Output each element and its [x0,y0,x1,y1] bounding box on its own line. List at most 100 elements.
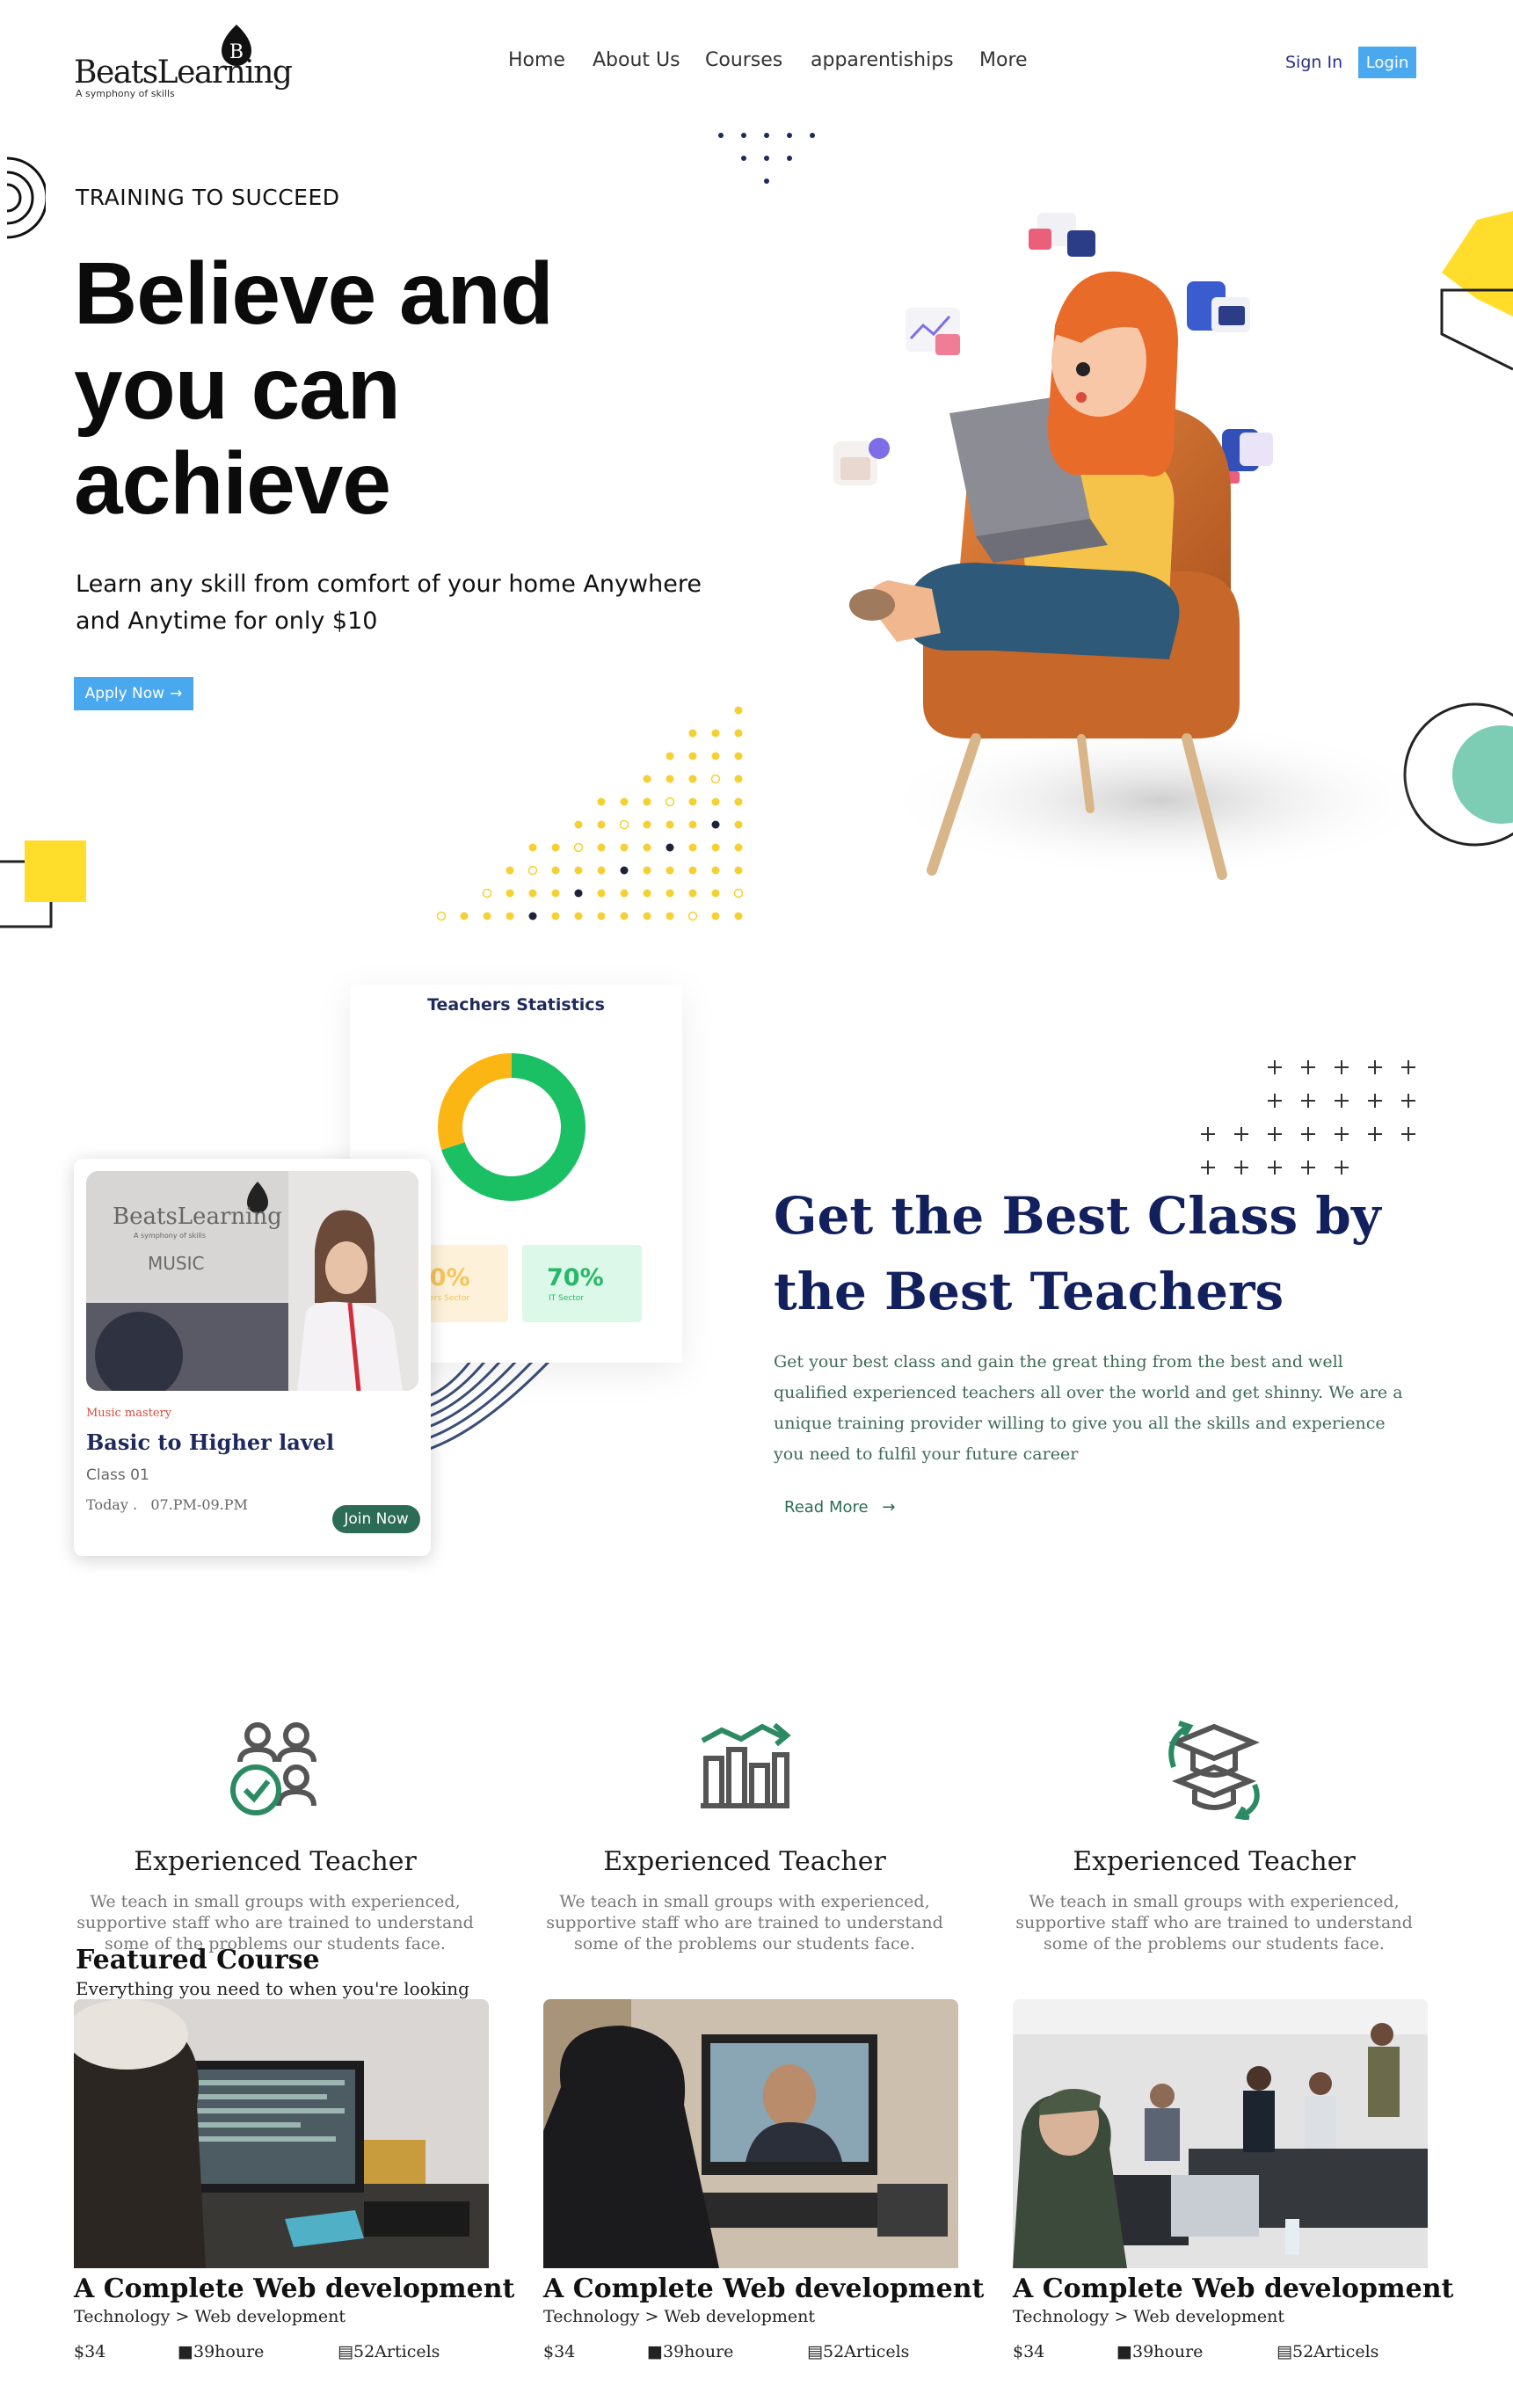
read-more-link[interactable]: Read More → [784,1498,895,1517]
article-icon: ▤ [338,2342,353,2361]
nav-more[interactable]: More [979,49,1028,71]
featured-course-subheading: Everything you need to when you're looki… [76,1978,469,1999]
apply-now-button[interactable]: Apply Now → [74,677,193,710]
feature-item: Experienced Teacher We teach in small gr… [1007,1714,1421,1954]
course-class: Class 01 [86,1466,149,1484]
hero-subtitle: Learn any skill from comfort of your hom… [76,571,702,635]
halftone-dot [711,797,720,806]
stats-donut-chart [438,1053,586,1201]
halftone-dot [734,729,743,738]
stat-label: IT Sector [549,1294,584,1303]
sign-in-link[interactable]: Sign In [1285,53,1342,72]
halftone-dot [643,820,651,829]
halftone-dot [688,752,697,760]
course-image [1013,1999,1428,2268]
halftone-dot [643,775,651,783]
course-preview-card[interactable]: BeatsLearning A symphony of skills MUSIC… [74,1159,431,1556]
plus-grid-decoration [1201,1060,1415,1175]
halftone-dot [734,775,743,783]
halftone-dot [620,889,629,898]
apply-now-label: Apply Now [84,685,165,702]
halftone-dot [597,797,606,806]
halftone-dot [597,866,606,875]
course-articles: 52Articels [1292,2342,1379,2361]
halftone-dot [666,820,674,829]
login-button[interactable]: Login [1358,47,1416,78]
halftone-dot [506,866,514,875]
course-hours: 39houre [193,2342,265,2361]
halftone-dot [711,729,720,738]
feature-text: We teach in small groups with experience… [546,1892,943,1953]
graduation-cap-icon [1168,1721,1260,1821]
course-title: A Complete Web development [74,2273,515,2304]
stat-value: 70% [547,1264,604,1291]
halftone-dot [620,866,629,875]
feature-title: Experienced Teacher [134,1846,417,1877]
square-decoration [0,840,86,928]
halftone-dot [597,912,606,920]
halftone-dot [574,820,583,829]
nav-apprenticeships[interactable]: apparentiships [811,49,954,71]
halftone-dot [506,889,514,898]
nav-home[interactable]: Home [508,49,565,71]
course-category: Music mastery [86,1407,172,1420]
video-icon: ■ [1117,2342,1132,2361]
plus-mark [1335,1160,1349,1175]
svg-text:MUSIC: MUSIC [148,1253,204,1274]
halftone-dot [666,843,674,852]
feature-item: Experienced Teacher We teach in small gr… [69,1714,482,1954]
plus-mark [1335,1060,1349,1074]
course-category: Technology > Web development [1013,2307,1285,2326]
nav-about-us[interactable]: About Us [593,49,680,71]
halftone-dot [734,820,743,829]
halftone-dot [597,820,606,829]
course-time: Today . 07.PM-09.PM [86,1496,248,1513]
plus-mark [1335,1127,1349,1141]
course-price: $34 [74,2342,106,2361]
halftone-dot [734,706,743,715]
plus-mark [1401,1094,1415,1108]
plus-mark [1201,1160,1215,1175]
halftone-dot [734,797,743,806]
course-category: Technology > Web development [74,2307,346,2326]
halftone-dot [734,752,743,760]
arcs-decoration [6,156,46,239]
halftone-dot [643,843,651,852]
halftone-dot [688,820,697,829]
course-title: A Complete Web development [543,2273,985,2304]
best-class-title: Get the Best Class by the Best Teachers [774,1186,1381,1321]
halftone-dot [643,912,651,920]
plus-mark [1301,1060,1315,1074]
halftone-dot [643,797,651,806]
halftone-dot [527,865,538,876]
halftone-dot [711,889,720,898]
halftone-dot [666,752,674,760]
featured-course-heading: Featured Course [76,1945,320,1975]
halftone-dot [620,843,629,852]
video-icon: ■ [647,2342,663,2361]
halftone-dot [666,866,674,875]
plus-mark [1268,1060,1282,1074]
halftone-dot [643,866,651,875]
nav-courses[interactable]: Courses [705,49,782,71]
halftone-dot [711,820,720,829]
stat-pill-it: 70% IT Sector [522,1245,642,1322]
feature-item: Experienced Teacher We teach in small gr… [538,1714,951,1954]
best-class-text: Get your best class and gain the great t… [774,1352,1403,1464]
halftone-dot [573,842,584,853]
feature-title: Experienced Teacher [1073,1846,1356,1877]
halftone-dot [666,889,674,898]
halftone-dot [574,889,583,898]
plus-mark [1234,1160,1248,1175]
join-now-button[interactable]: Join Now [332,1505,420,1533]
course-image [74,1999,489,2268]
course-price: $34 [543,2342,576,2361]
plus-mark [1234,1127,1248,1141]
halftone-dot [506,912,514,920]
course-articles: 52Articels [353,2342,440,2361]
halftone-dots-decoration [436,706,744,921]
halftone-dot [688,866,697,875]
halftone-dot [665,797,675,807]
arrow-right-icon: → [170,685,183,702]
halftone-dot [688,775,697,783]
